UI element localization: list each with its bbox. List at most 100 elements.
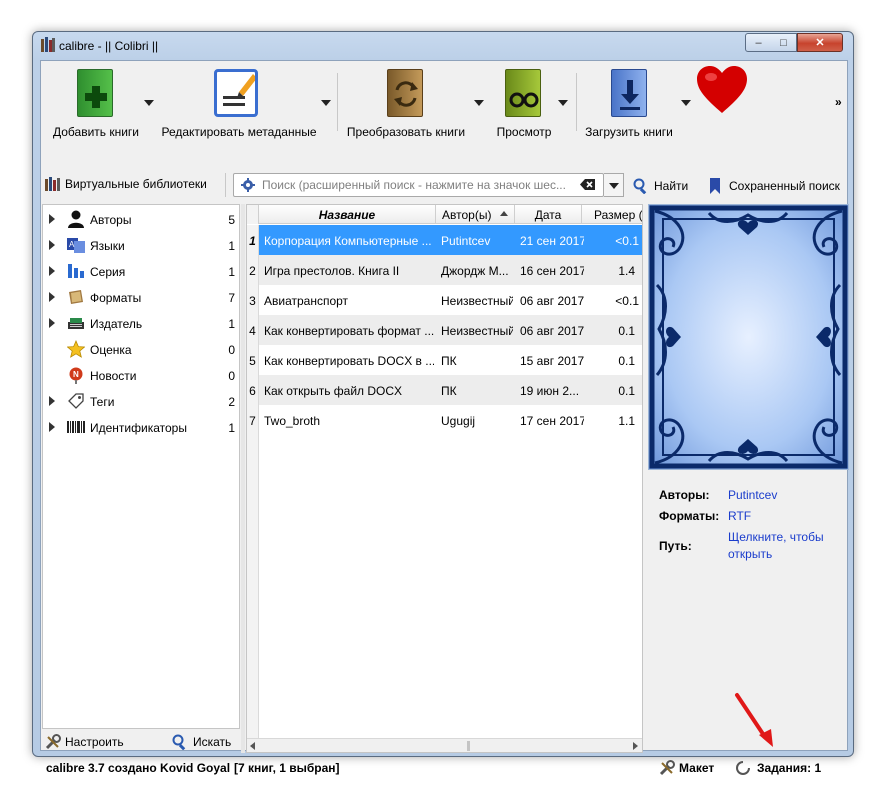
table-row[interactable]: 1 Корпорация Компьютерные ... Putintcev … (247, 225, 642, 255)
tag-browser-item-formats[interactable]: Форматы 7 (43, 284, 239, 310)
configure-tag-browser-button[interactable]: Настроить (45, 734, 124, 750)
cell-date: 19 июн 2... (520, 384, 580, 398)
clear-search-icon[interactable] (580, 179, 595, 190)
cell-date: 15 авг 2017 (520, 354, 584, 368)
expand-arrow-icon[interactable] (49, 266, 55, 276)
download-dropdown-arrow[interactable] (681, 100, 691, 106)
tools-icon (659, 760, 675, 776)
cell-title: Как конвертировать DOCX в ... (264, 354, 434, 368)
table-row[interactable]: 2 Игра престолов. Книга II Джордж М... 1… (247, 255, 642, 285)
edit-metadata-dropdown-arrow[interactable] (321, 100, 331, 106)
view-dropdown-arrow[interactable] (558, 100, 568, 106)
tag-browser-item-publisher[interactable]: Издатель 1 (43, 310, 239, 336)
table-row[interactable]: 5 Как конвертировать DOCX в ... ПК 15 ав… (247, 345, 642, 375)
row-number: 1 (247, 225, 259, 255)
table-row[interactable]: 7 Two_broth Ugugij 17 сен 2017 1.1 (247, 405, 642, 435)
cell-size: 1.4 (618, 264, 635, 278)
maximize-button[interactable]: □ (771, 33, 797, 52)
expand-arrow-icon[interactable] (49, 422, 55, 432)
cell-author: ПК (441, 354, 457, 368)
add-book-icon (77, 69, 113, 117)
column-header-title[interactable]: Название (259, 205, 436, 224)
download-book-icon (611, 69, 647, 117)
svg-text:N: N (73, 370, 79, 379)
find-button[interactable]: Найти (633, 178, 688, 195)
edit-metadata-button[interactable]: Редактировать метаданные (159, 65, 319, 139)
magnifier-icon (172, 734, 188, 751)
view-button[interactable]: Просмотр (489, 65, 559, 139)
layout-button[interactable]: Макет (659, 760, 714, 776)
column-header-author[interactable]: Автор(ы) (436, 205, 515, 224)
tag-browser-item-identifiers[interactable]: Идентификаторы 1 (43, 414, 239, 440)
wrench-icon (45, 734, 61, 750)
search-input[interactable]: Поиск (расширенный поиск - нажмите на зн… (233, 173, 604, 197)
view-book-icon (505, 69, 541, 117)
svg-text:A: A (69, 240, 75, 249)
download-books-button[interactable]: Загрузить книги (579, 65, 679, 139)
expand-arrow-icon[interactable] (49, 214, 55, 224)
tag-browser-count: 1 (228, 265, 235, 279)
book-list-table: Название Автор(ы) Дата Размер (M 1 Корпо… (246, 204, 643, 753)
book-cover-image[interactable] (648, 204, 849, 470)
expand-arrow-icon[interactable] (49, 240, 55, 250)
cell-author: Ugugij (441, 414, 476, 428)
toolbar-overflow-button[interactable]: » (835, 95, 842, 109)
expand-arrow-icon[interactable] (49, 292, 55, 302)
add-books-dropdown-arrow[interactable] (144, 100, 154, 106)
tag-browser-count: 5 (228, 213, 235, 227)
tag-browser-item-tags[interactable]: Теги 2 (43, 388, 239, 414)
close-button[interactable]: ✕ (797, 33, 843, 52)
cell-date: 16 сен 2017 (520, 264, 584, 278)
row-number: 2 (247, 255, 259, 285)
column-header-date[interactable]: Дата (515, 205, 582, 224)
details-path-link-line1[interactable]: Щелкните, чтобы (728, 530, 824, 544)
tag-browser-count: 0 (228, 343, 235, 357)
convert-books-button[interactable]: Преобразовать книги (341, 65, 471, 139)
minimize-button[interactable]: – (745, 33, 772, 52)
table-header: Название Автор(ы) Дата Размер (M (247, 205, 642, 224)
table-row[interactable]: 6 Как открыть файл DOCX ПК 19 июн 2... 0… (247, 375, 642, 405)
details-path-link-line2[interactable]: открыть (728, 547, 772, 561)
add-books-button[interactable]: Добавить книги (47, 65, 145, 139)
convert-book-icon (387, 69, 423, 117)
table-row[interactable]: 4 Как конвертировать формат ... Неизвест… (247, 315, 642, 345)
details-path-key: Путь: (659, 539, 692, 553)
scrollbar-thumb[interactable] (467, 741, 470, 751)
left-splitter[interactable] (241, 204, 245, 753)
expand-arrow-icon[interactable] (49, 318, 55, 328)
donate-heart-icon[interactable] (696, 65, 748, 117)
table-row[interactable]: 3 Авиатранспорт Неизвестный 06 авг 2017 … (247, 285, 642, 315)
window-title: calibre - || Colibri || (59, 39, 159, 53)
convert-dropdown-arrow[interactable] (474, 100, 484, 106)
tag-browser-item-series[interactable]: Серия 1 (43, 258, 239, 284)
tag-browser-item-news[interactable]: N Новости 0 (43, 362, 239, 388)
tag-browser-label: Идентификаторы (90, 421, 187, 435)
saved-search-button[interactable]: Сохраненный поиск (709, 178, 840, 194)
language-icon: A (67, 236, 85, 254)
tag-browser-item-rating[interactable]: Оценка 0 (43, 336, 239, 362)
tag-browser-count: 1 (228, 421, 235, 435)
cell-author: Неизвестный (441, 324, 513, 338)
column-header-size[interactable]: Размер (M (582, 205, 642, 224)
tag-browser-item-authors[interactable]: Авторы 5 (43, 206, 239, 232)
tag-browser: Авторы 5 A Языки 1 Серия 1 Форматы 7 Изд… (42, 204, 240, 729)
virtual-libraries-label: Виртуальные библиотеки (65, 177, 207, 191)
jobs-button[interactable]: Задания: 1 (735, 760, 821, 776)
find-in-tag-browser-button[interactable]: Искать (172, 734, 231, 751)
cell-author: Putintcev (441, 234, 491, 248)
expand-arrow-icon[interactable] (49, 396, 55, 406)
cell-size: 1.1 (618, 414, 635, 428)
cell-size: 0.1 (618, 324, 635, 338)
jobs-label: Задания: 1 (757, 761, 822, 775)
horizontal-scrollbar[interactable] (247, 738, 642, 752)
news-icon: N (67, 366, 85, 384)
scroll-left-arrow-icon[interactable] (250, 742, 255, 750)
search-history-dropdown[interactable] (604, 173, 624, 197)
virtual-libraries-button[interactable]: Виртуальные библиотеки (45, 177, 207, 191)
details-authors-link[interactable]: Putintcev (728, 488, 777, 502)
details-formats-link[interactable]: RTF (728, 509, 751, 523)
scroll-right-arrow-icon[interactable] (633, 742, 638, 750)
tag-browser-item-languages[interactable]: A Языки 1 (43, 232, 239, 258)
gear-icon[interactable] (241, 178, 255, 192)
magnifier-icon (633, 178, 649, 195)
